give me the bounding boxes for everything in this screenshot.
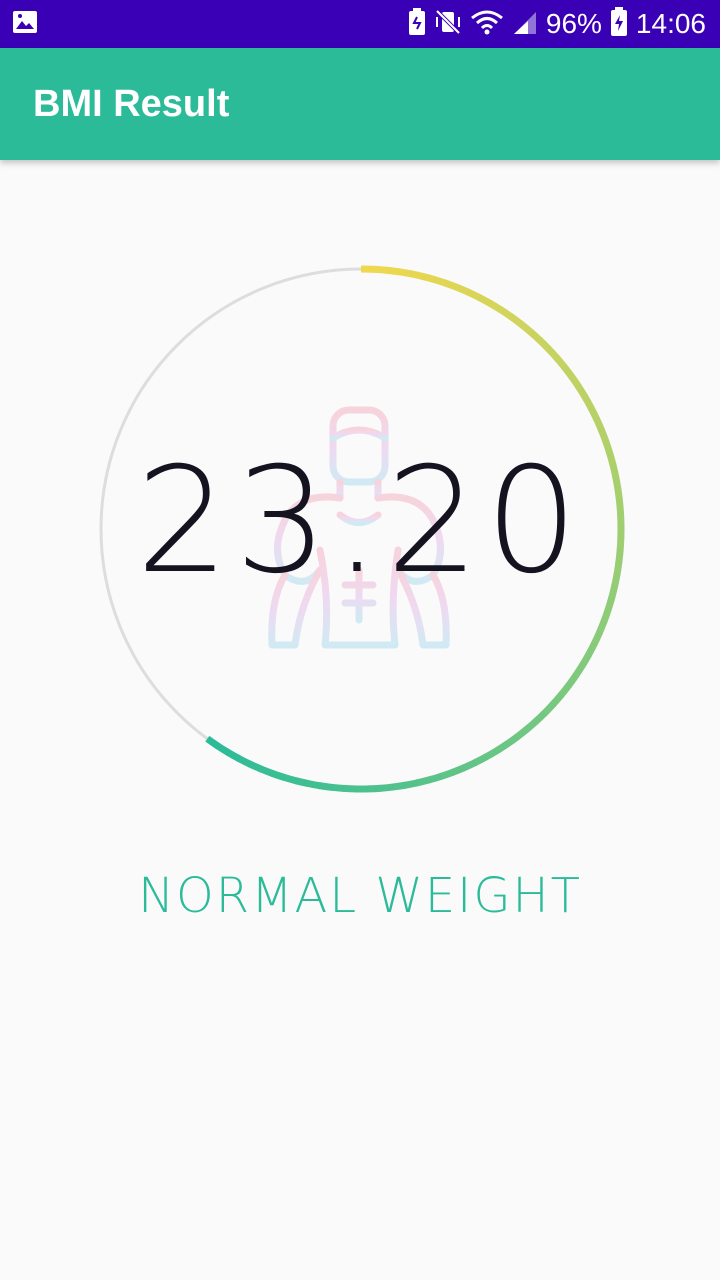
gauge-arc-segment: [518, 320, 533, 335]
gauge-arc-segment: [306, 779, 321, 790]
gauge-arc-segment: [450, 764, 466, 776]
gauge-arc-segment: [420, 272, 436, 283]
bmi-category: NORMAL WEIGHT: [138, 868, 582, 924]
gauge-arc-segment: [604, 596, 616, 612]
status-bar: 96% 14:06: [0, 0, 720, 48]
gauge-arc-segment: [579, 652, 592, 668]
status-time: 14:06: [635, 8, 706, 39]
gauge-arc-segment: [236, 755, 252, 768]
gauge-arc-segment: [247, 760, 263, 773]
gauge-arc-segment: [561, 364, 575, 380]
gauge-arc-segment: [527, 328, 543, 343]
gauge-arc-segment: [415, 776, 431, 787]
gauge-arc-segment: [397, 268, 412, 278]
gauge-arc-segment: [466, 288, 482, 301]
vibrate-off-icon: [434, 8, 462, 40]
battery-saver-icon: [408, 8, 426, 40]
gauge-arc-segment: [532, 710, 548, 725]
gauge-arc-segment: [392, 781, 407, 791]
gauge-arc-segment: [508, 313, 524, 327]
gauge-arc-segment: [504, 734, 520, 748]
bmi-value: 23.20: [136, 436, 584, 606]
gauge-arc-segment: [550, 692, 565, 708]
gauge-arc-segment: [572, 663, 586, 678]
gauge-arc-segment: [215, 742, 231, 756]
gauge-arc-segment: [380, 783, 395, 792]
gauge-arc-segment: [205, 735, 221, 750]
gauge-arc-segment: [270, 769, 286, 781]
gauge-arc-segment: [368, 784, 382, 793]
gauge-arc-segment: [553, 354, 568, 370]
gauge-arc-segment: [373, 265, 387, 274]
gauge-arc-segment: [225, 749, 241, 762]
battery-charging-icon: [610, 7, 628, 41]
gauge-arc-segment: [318, 782, 333, 791]
wifi-icon: [470, 8, 504, 40]
image-icon: [12, 9, 38, 39]
gauge-arc-segment: [409, 270, 424, 280]
gauge-arc-segment: [483, 747, 499, 761]
gauge-arc-segment: [444, 279, 459, 291]
gauge-arc-segment: [477, 294, 493, 307]
gauge-arc-segment: [331, 783, 345, 792]
gauge-arc-segment: [557, 683, 572, 698]
gauge-arc-segment: [461, 759, 477, 772]
gauge-arc-segment: [494, 741, 510, 755]
gauge-arc-segment: [432, 275, 448, 287]
signal-icon: [512, 8, 538, 40]
gauge-arc-segment: [523, 718, 539, 733]
gauge-arc-segment: [439, 768, 455, 780]
gauge-arc-segment: [514, 726, 529, 741]
gauge-arc-segment: [455, 284, 471, 296]
gauge-arc-segment: [259, 765, 275, 777]
gauge-arc-segment: [541, 701, 556, 717]
gauge-arc-segment: [595, 619, 608, 635]
gauge-arc-segment: [488, 300, 504, 313]
gauge-arc-segment: [585, 641, 598, 657]
gauge-arc-segment: [590, 630, 603, 646]
gauge-arc-segment: [565, 673, 579, 689]
gauge-arc-segment: [472, 753, 488, 767]
gauge-arc-segment: [343, 784, 357, 793]
gauge-arc-segment: [581, 394, 595, 410]
gauge-arc-segment: [575, 384, 589, 400]
gauge-arc-segment: [498, 306, 514, 320]
page-title: BMI Result: [33, 82, 230, 125]
gauge-arc-segment: [282, 773, 298, 785]
gauge-arc-segment: [536, 336, 551, 352]
gauge-arc-segment: [545, 345, 560, 361]
gauge-arc-segment: [427, 772, 443, 784]
gauge-arc-segment: [568, 374, 582, 390]
battery-percent: 96%: [545, 8, 602, 39]
gauge-arc-segment: [593, 416, 605, 432]
gauge-arc-segment: [294, 777, 309, 788]
app-bar: BMI Result: [0, 48, 720, 160]
gauge-arc-segment: [404, 779, 419, 789]
gauge-arc-segment: [385, 266, 400, 276]
gauge-arc-segment: [597, 428, 610, 444]
gauge-arc-segment: [600, 608, 612, 624]
gauge-arc-segment: [587, 405, 600, 421]
